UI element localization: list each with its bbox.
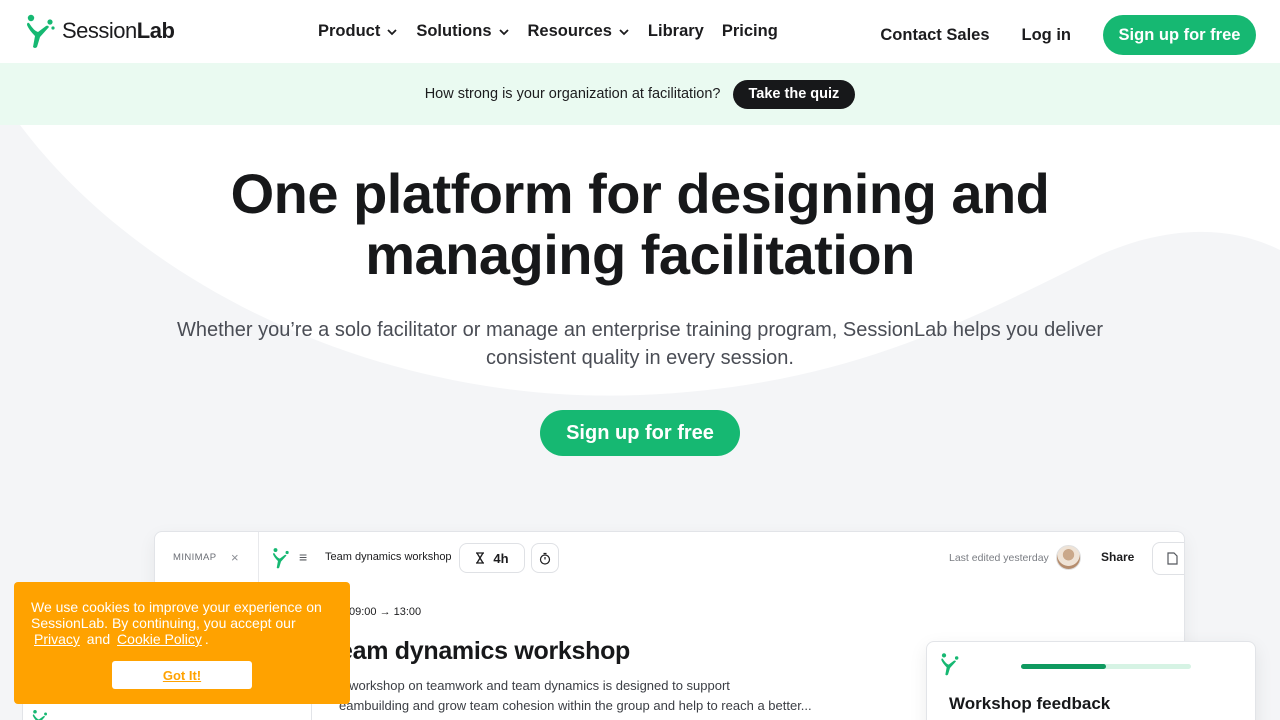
- sessionlab-logo-icon: [32, 710, 47, 720]
- chevron-down-icon: [498, 28, 509, 35]
- duration-pill[interactable]: 4h: [459, 543, 525, 573]
- share-button[interactable]: Share: [1101, 550, 1134, 564]
- session-description-line2: eambuilding and grow team cohesion withi…: [339, 698, 812, 713]
- feedback-progress-bar: [1021, 664, 1191, 669]
- nav-solutions-label: Solutions: [416, 22, 492, 40]
- top-navigation: SessionLab Product Solutions Resources L…: [0, 0, 1280, 63]
- nav-library-label: Library: [647, 22, 704, 40]
- session-description-line1: s workshop on teamwork and team dynamics…: [339, 678, 730, 693]
- nav-resources[interactable]: Resources: [528, 22, 630, 41]
- nav-solutions[interactable]: Solutions: [416, 22, 509, 41]
- avatar: [1056, 545, 1081, 570]
- sessionlab-logo-icon: [273, 548, 289, 569]
- hourglass-icon: [476, 552, 485, 564]
- hero-subtitle: Whether you’re a solo facilitator or man…: [176, 319, 1104, 369]
- contact-sales-link[interactable]: Contact Sales: [880, 26, 989, 45]
- editor-toolbar: ≡ Team dynamics workshop 4h Last edited …: [259, 532, 1184, 584]
- nav-library[interactable]: Library: [648, 22, 704, 41]
- banner-text: How strong is your organization at facil…: [424, 86, 721, 102]
- login-link[interactable]: Log in: [1022, 26, 1071, 45]
- cookie-policy-link[interactable]: Cookie Policy: [117, 631, 202, 647]
- stopwatch-icon: [539, 552, 551, 565]
- privacy-link[interactable]: Privacy: [34, 631, 80, 647]
- nav-pricing-label: Pricing: [721, 22, 778, 40]
- timer-button[interactable]: [531, 543, 559, 573]
- chevron-down-icon: [619, 28, 629, 35]
- feedback-progress-fill: [1021, 664, 1106, 669]
- signup-button-header[interactable]: Sign up for free: [1103, 15, 1256, 55]
- session-title: eam dynamics workshop: [339, 637, 631, 665]
- nav-product-label: Product: [318, 22, 381, 40]
- cookie-text: We use cookies to improve your experienc…: [31, 599, 334, 647]
- sessionlab-logo[interactable]: SessionLab: [24, 13, 175, 49]
- session-description: s workshop on teamwork and team dynamics…: [339, 676, 839, 716]
- cookie-accept-button[interactable]: Got It!: [112, 661, 252, 689]
- nav-actions: Contact Sales Log in Sign up for free: [880, 15, 1256, 55]
- cookie-consent-banner: We use cookies to improve your experienc…: [14, 582, 350, 704]
- signup-button-hero[interactable]: Sign up for free: [540, 410, 740, 456]
- main-nav: Product Solutions Resources Library Pric…: [318, 22, 796, 41]
- minimap-label: MINIMAP: [173, 552, 217, 563]
- logo-wordmark: SessionLab: [62, 18, 175, 43]
- close-icon[interactable]: ×: [231, 550, 239, 565]
- quiz-banner: How strong is your organization at facil…: [0, 63, 1280, 125]
- toolbar-icon-group: [1152, 542, 1184, 575]
- session-time-range: 09:00 → 13:00: [349, 606, 422, 618]
- workshop-feedback-card: Workshop feedback: [926, 641, 1256, 720]
- nav-pricing[interactable]: Pricing: [722, 22, 778, 41]
- hero-title-line1: One platform for designing and: [230, 162, 1050, 225]
- sessionlab-logo-icon: [27, 14, 55, 48]
- sessionlab-logo-icon: [941, 653, 959, 676]
- hero-title-line2: managing facilitation: [365, 223, 915, 286]
- cookie-and: and: [86, 631, 111, 647]
- feedback-title: Workshop feedback: [949, 694, 1111, 713]
- nav-product[interactable]: Product: [318, 22, 398, 41]
- hero-title: One platform for designing and managing …: [0, 163, 1280, 285]
- workshop-name: Team dynamics workshop: [325, 551, 452, 563]
- take-quiz-button[interactable]: Take the quiz: [732, 79, 856, 109]
- chevron-down-icon: [387, 28, 397, 35]
- cookie-message: We use cookies to improve your experienc…: [31, 599, 322, 631]
- document-icon[interactable]: [1166, 552, 1180, 566]
- menu-icon[interactable]: ≡: [299, 549, 307, 565]
- duration-value: 4h: [493, 550, 509, 566]
- last-edited-text: Last edited yesterday: [949, 552, 1049, 564]
- cookie-period: .: [204, 631, 209, 647]
- nav-resources-label: Resources: [527, 22, 612, 40]
